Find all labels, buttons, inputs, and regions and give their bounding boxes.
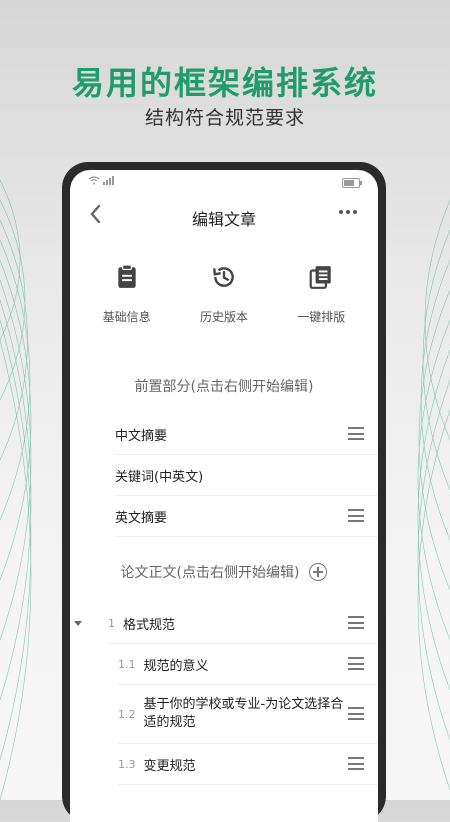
more-dots-icon[interactable] bbox=[338, 202, 358, 222]
outline-number: 1.1 bbox=[118, 657, 136, 671]
outline-item[interactable]: 1 格式规范 bbox=[74, 603, 378, 644]
history-icon bbox=[213, 267, 234, 287]
outline-number: 1.2 bbox=[118, 707, 136, 721]
body-section-header: 论文正文(点击右侧开始编辑) bbox=[70, 557, 378, 587]
basic-info-label: 基础信息 bbox=[102, 310, 151, 324]
one-click-format-button[interactable]: 一键排版 bbox=[281, 264, 361, 352]
outline-item[interactable]: 1.1 规范的意义 bbox=[118, 644, 378, 685]
front-item-label: 关键词(中英文) bbox=[115, 469, 204, 485]
phone-screen: 编辑文章 基础信息 历史版本 一键排版 前置部分(点击右侧开始编辑) 中文摘要 … bbox=[70, 170, 378, 822]
drag-handle-icon[interactable] bbox=[348, 657, 364, 674]
collapse-caret-icon[interactable] bbox=[74, 620, 82, 626]
wifi-icon bbox=[88, 176, 100, 185]
outline-title: 变更规范 bbox=[143, 758, 196, 774]
status-bar bbox=[70, 170, 378, 194]
drag-handle-icon[interactable] bbox=[348, 509, 364, 526]
front-section-hint: 前置部分(点击右侧开始编辑) bbox=[134, 379, 314, 395]
outline-list: 1 格式规范 1.1 规范的意义 1.2 基于你的学校或专业-为论文选择合适的规… bbox=[70, 603, 378, 785]
phone-frame: 编辑文章 基础信息 历史版本 一键排版 前置部分(点击右侧开始编辑) 中文摘要 … bbox=[62, 162, 386, 822]
front-item-abstract-en[interactable]: 英文摘要 bbox=[115, 496, 378, 537]
basic-info-button[interactable]: 基础信息 bbox=[87, 264, 167, 352]
outline-item[interactable]: 1.3 变更规范 bbox=[118, 744, 378, 785]
outline-item[interactable]: 1.2 基于你的学校或专业-为论文选择合适的规范 bbox=[118, 685, 378, 744]
nav-bar: 编辑文章 bbox=[70, 194, 378, 238]
front-item-keywords[interactable]: 关键词(中英文) bbox=[115, 455, 378, 496]
drag-handle-icon[interactable] bbox=[348, 427, 364, 444]
hero-title: 易用的框架编排系统 bbox=[71, 64, 378, 102]
outline-title: 基于你的学校或专业-为论文选择合适的规范 bbox=[143, 697, 344, 730]
page-title: 编辑文章 bbox=[191, 210, 256, 229]
outline-number: 1 bbox=[108, 616, 115, 630]
one-click-format-label: 一键排版 bbox=[297, 310, 346, 324]
front-item-label: 英文摘要 bbox=[115, 510, 168, 526]
body-section-hint: 论文正文(点击右侧开始编辑) bbox=[120, 565, 300, 581]
outline-title: 规范的意义 bbox=[143, 658, 209, 674]
quick-actions: 基础信息 历史版本 一键排版 bbox=[70, 238, 378, 352]
history-versions-label: 历史版本 bbox=[199, 310, 248, 324]
history-versions-button[interactable]: 历史版本 bbox=[184, 264, 264, 352]
front-item-abstract-cn[interactable]: 中文摘要 bbox=[115, 414, 378, 455]
drag-handle-icon[interactable] bbox=[348, 707, 364, 724]
drag-handle-icon[interactable] bbox=[348, 757, 364, 774]
add-circle-icon[interactable] bbox=[309, 563, 328, 581]
front-item-label: 中文摘要 bbox=[115, 428, 168, 444]
drag-handle-icon[interactable] bbox=[348, 616, 364, 633]
front-section-list: 中文摘要 关键词(中英文) 英文摘要 bbox=[70, 414, 378, 537]
cellular-signal-icon bbox=[103, 176, 114, 185]
clipboard-icon bbox=[117, 264, 136, 288]
layers-icon bbox=[309, 266, 332, 289]
signal-icons bbox=[88, 176, 115, 185]
outline-title: 格式规范 bbox=[123, 617, 176, 633]
battery-icon bbox=[342, 178, 362, 188]
hero-subtitle: 结构符合规范要求 bbox=[144, 107, 305, 129]
outline-number: 1.3 bbox=[118, 757, 136, 771]
